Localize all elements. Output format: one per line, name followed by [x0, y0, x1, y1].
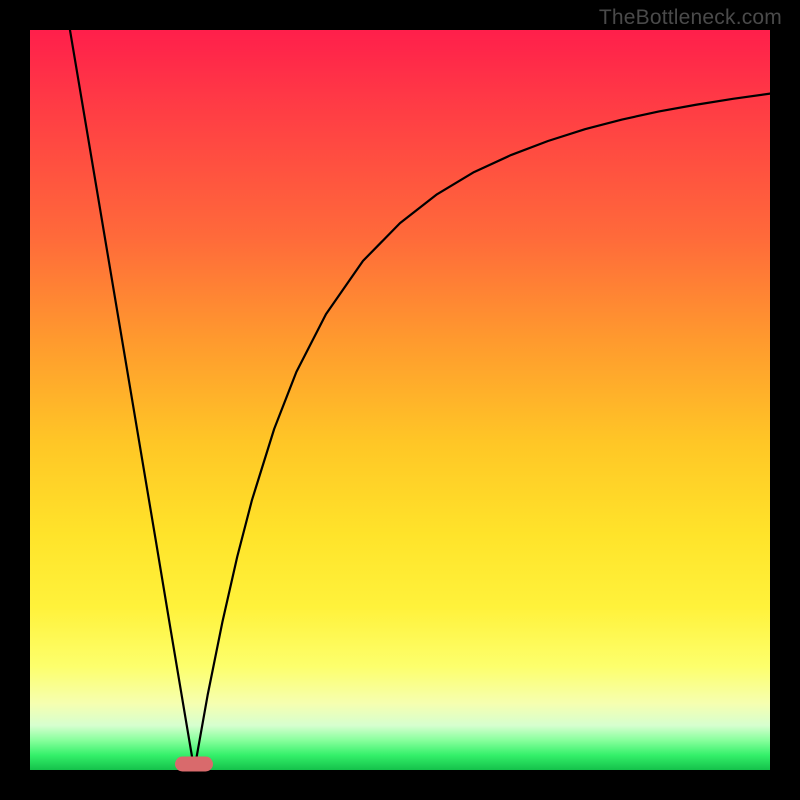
plot-area: [30, 30, 770, 770]
bottleneck-curve: [30, 30, 770, 770]
curve-right-branch: [194, 94, 770, 770]
chart-frame: TheBottleneck.com: [0, 0, 800, 800]
watermark-text: TheBottleneck.com: [599, 6, 782, 30]
curve-left-branch: [70, 30, 194, 770]
bottleneck-marker: [175, 757, 213, 772]
